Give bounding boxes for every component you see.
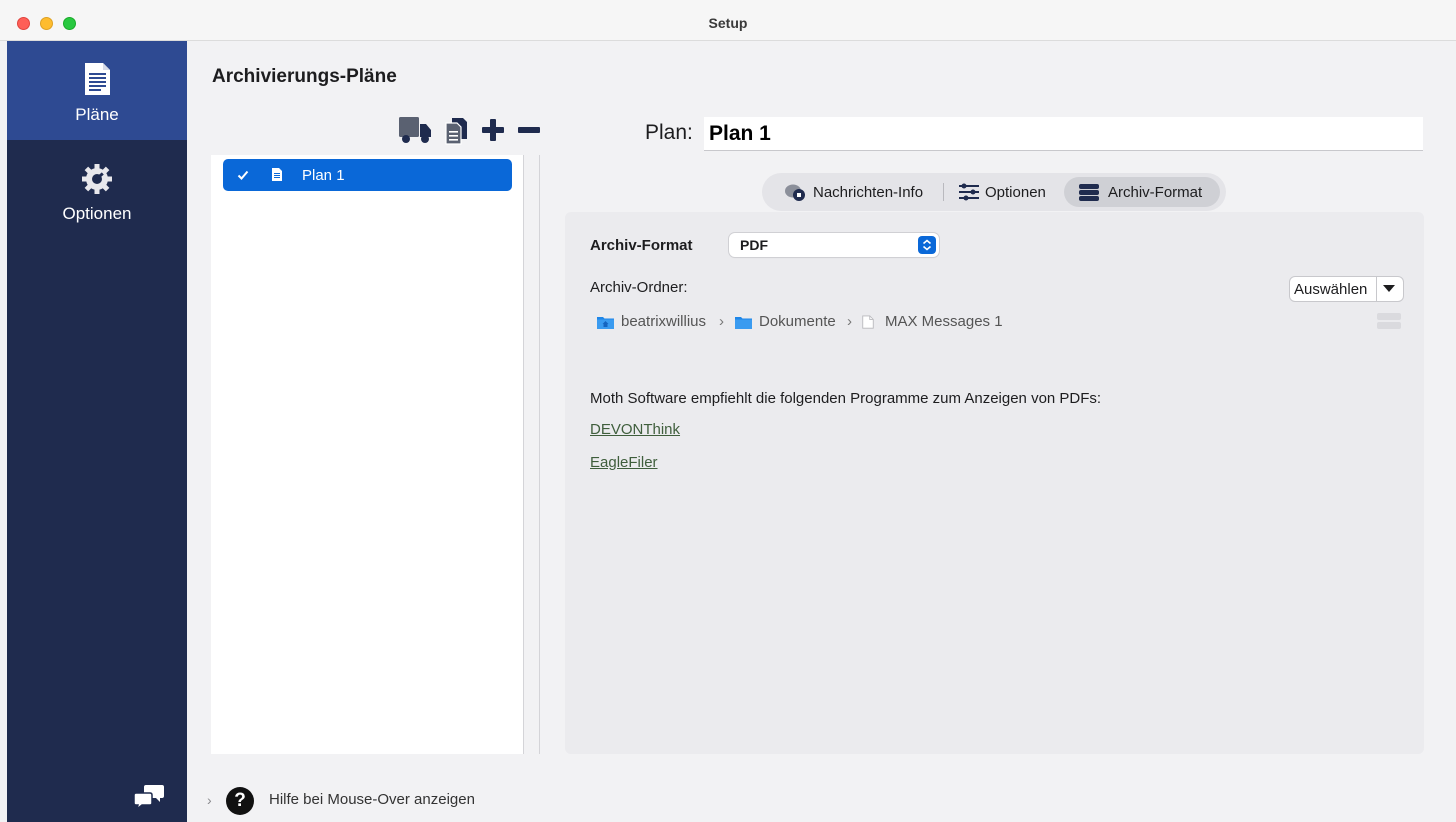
tab-optionen[interactable]: Optionen	[954, 177, 1058, 207]
message-info-icon	[785, 184, 805, 201]
chat-bubbles-icon[interactable]	[133, 783, 165, 811]
storage-icon[interactable]	[1376, 312, 1402, 330]
path-item-label: beatrixwillius	[621, 313, 707, 330]
checkbox-checked-icon[interactable]	[237, 169, 249, 181]
path-separator: ›	[719, 313, 724, 330]
setup-window: Setup Pläne Optionen Archivierungs-Pläne…	[0, 0, 1456, 822]
sidebar-item-plaene[interactable]: Pläne	[7, 41, 187, 140]
home-folder-icon	[597, 317, 614, 329]
folder-icon	[735, 317, 752, 329]
path-separator: ›	[847, 313, 852, 330]
archive-format-label: Archiv-Format	[590, 237, 693, 254]
sidebar-item-label: Optionen	[62, 204, 132, 223]
dropdown-caret-icon[interactable]	[1383, 285, 1395, 292]
path-item-label: MAX Messages 1	[885, 313, 1003, 330]
disclosure-chevron-icon[interactable]: ›	[207, 792, 212, 808]
path-item-home[interactable]: beatrixwillius ›	[597, 312, 727, 332]
section-title: Archivierungs-Pläne	[212, 66, 397, 87]
sidebar: Pläne Optionen	[7, 41, 187, 822]
tab-divider	[943, 183, 944, 201]
help-icon[interactable]: ?	[226, 787, 254, 815]
tab-archiv-format[interactable]: Archiv-Format	[1064, 177, 1220, 207]
choose-folder-button[interactable]: Auswählen	[1290, 277, 1403, 301]
database-icon	[1079, 184, 1099, 201]
minus-icon[interactable]	[516, 115, 542, 145]
archive-folder-label: Archiv-Ordner:	[590, 279, 688, 296]
title-bar: Setup	[0, 0, 1456, 41]
file-icon	[862, 315, 874, 329]
plan-tabs: Nachrichten-Info Optionen Archiv-Format	[762, 173, 1226, 211]
plans-list: Plan 1	[211, 155, 524, 754]
plan-name: Plan 1	[302, 167, 345, 184]
path-item-max-messages[interactable]: MAX Messages 1	[861, 312, 1011, 332]
tab-label: Archiv-Format	[1108, 184, 1203, 201]
pdf-recommendation-text: Moth Software empfiehlt die folgenden Pr…	[590, 390, 1102, 407]
path-item-dokumente[interactable]: Dokumente ›	[735, 312, 857, 332]
sidebar-item-label: Pläne	[75, 105, 119, 124]
sidebar-item-optionen[interactable]: Optionen	[7, 140, 187, 239]
tab-nachrichten-info[interactable]: Nachrichten-Info	[780, 177, 950, 207]
path-item-label: Dokumente	[759, 313, 836, 330]
tab-label: Nachrichten-Info	[813, 184, 924, 201]
help-mouseover-label[interactable]: Hilfe bei Mouse-Over anzeigen	[269, 791, 475, 808]
truck-icon[interactable]	[398, 115, 432, 145]
window-title: Setup	[708, 15, 748, 31]
document-icon	[272, 168, 282, 181]
archive-format-select[interactable]: PDF	[729, 233, 939, 257]
plus-icon[interactable]	[480, 115, 506, 145]
archive-format-panel: Archiv-Format PDF Archiv-Ordner: Auswähl…	[565, 212, 1424, 754]
choose-folder-label: Auswählen	[1294, 281, 1368, 298]
sliders-icon	[959, 183, 979, 201]
tab-label: Optionen	[985, 184, 1046, 201]
chevron-up-down-icon	[918, 236, 936, 254]
archive-format-value: PDF	[740, 237, 768, 253]
document-icon	[85, 63, 110, 95]
split-divider[interactable]	[539, 155, 540, 754]
duplicate-icon[interactable]	[444, 115, 468, 145]
button-divider	[1376, 277, 1377, 301]
plan-row[interactable]: Plan 1	[223, 159, 512, 191]
gear-icon	[82, 164, 112, 194]
plan-name-label: Plan:	[645, 121, 693, 144]
plan-name-input[interactable]	[704, 117, 1423, 151]
devonthink-link[interactable]: DEVONThink	[590, 421, 680, 438]
eaglefiler-link[interactable]: EagleFiler	[590, 454, 658, 471]
